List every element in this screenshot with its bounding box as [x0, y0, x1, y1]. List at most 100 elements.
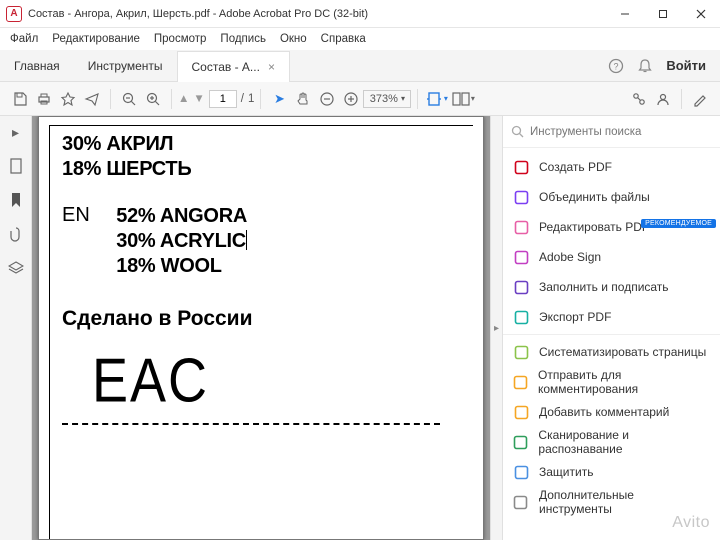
zoom-in-icon[interactable]	[141, 87, 165, 111]
window-title: Состав - Ангора, Акрил, Шерсть.pdf - Ado…	[28, 8, 606, 20]
tool-item[interactable]: Создать PDF	[503, 152, 720, 182]
right-pane-collapse[interactable]: ▸	[490, 116, 502, 540]
tool-label: Adobe Sign	[539, 250, 601, 264]
help-icon[interactable]: ?	[608, 58, 624, 74]
tool-label: Отправить для комментирования	[538, 368, 710, 396]
bookmarks-icon[interactable]	[6, 190, 26, 210]
tool-label: Добавить комментарий	[539, 405, 669, 419]
fit-width-icon[interactable]: ▾	[424, 87, 448, 111]
tool-icon	[513, 249, 529, 265]
tool-icon	[513, 374, 528, 390]
zoom-level[interactable]: 373% ▾	[363, 90, 411, 108]
composition-ru-line-2: 18% ШЕРСТЬ	[62, 157, 473, 182]
page-separator: /	[241, 93, 244, 105]
made-in-label: Сделано в России	[62, 307, 473, 331]
tool-icon	[513, 219, 529, 235]
tool-item[interactable]: Заполнить и подписать	[503, 272, 720, 302]
bell-icon[interactable]	[638, 58, 652, 74]
tool-label: Дополнительные инструменты	[539, 488, 710, 516]
tool-icon	[513, 159, 529, 175]
rail-chevron-icon[interactable]: ▸	[6, 122, 26, 142]
tool-label: Создать PDF	[539, 160, 612, 174]
tool-icon	[513, 344, 529, 360]
tool-icon	[513, 434, 528, 450]
composition-en-line-2: 30% ACRYLIC	[116, 229, 247, 254]
tool-icon	[513, 464, 529, 480]
page-current-input[interactable]	[209, 90, 237, 108]
tool-label: Объединить файлы	[539, 190, 650, 204]
composition-en-line-3: 18% WOOL	[116, 254, 247, 279]
share-people-icon[interactable]	[651, 87, 675, 111]
send-icon[interactable]	[80, 87, 104, 111]
attachments-icon[interactable]	[6, 224, 26, 244]
star-icon[interactable]	[56, 87, 80, 111]
share-link-icon[interactable]	[627, 87, 651, 111]
tab-home[interactable]: Главная	[0, 50, 74, 81]
edit-pencil-icon[interactable]	[688, 87, 712, 111]
close-button[interactable]	[682, 0, 720, 28]
menubar: Файл Редактирование Просмотр Подпись Окн…	[0, 28, 720, 50]
thumbnails-icon[interactable]	[6, 156, 26, 176]
page-up-icon[interactable]: ▲	[178, 93, 189, 105]
tool-item[interactable]: Защитить	[503, 457, 720, 487]
cut-line	[62, 423, 440, 425]
tool-label: Систематизировать страницы	[539, 345, 706, 359]
menu-view[interactable]: Просмотр	[154, 33, 207, 45]
tool-item[interactable]: Систематизировать страницы	[503, 337, 720, 367]
tools-search-input[interactable]	[530, 126, 712, 138]
tool-item[interactable]: Дополнительные инструменты	[503, 487, 720, 517]
menu-edit[interactable]: Редактирование	[52, 33, 140, 45]
menu-sign[interactable]: Подпись	[220, 33, 266, 45]
tool-icon	[513, 309, 529, 325]
tool-item[interactable]: Сканирование и распознавание	[503, 427, 720, 457]
eac-mark: EAC	[92, 345, 473, 416]
tool-item[interactable]: Adobe Sign	[503, 242, 720, 272]
page-down-icon[interactable]: ▼	[193, 93, 204, 105]
zoom-out-icon[interactable]	[117, 87, 141, 111]
tool-item[interactable]: Экспорт PDF	[503, 302, 720, 332]
tab-document[interactable]: Состав - А... ×	[177, 51, 290, 82]
hand-icon[interactable]	[291, 87, 315, 111]
pdf-page: 30% АКРИЛ 18% ШЕРСТЬ EN 52% ANGORA 30% A…	[38, 116, 484, 540]
plus-icon[interactable]	[339, 87, 363, 111]
tool-item[interactable]: Редактировать PDFРЕКОМЕНДУЕМОЕ	[503, 212, 720, 242]
tab-tools[interactable]: Инструменты	[74, 50, 177, 81]
tab-document-label: Состав - А...	[192, 60, 260, 74]
toolbar: ▲ ▼ / 1 ➤ 373% ▾ ▾ ▾	[0, 82, 720, 116]
print-icon[interactable]	[32, 87, 56, 111]
tab-strip: Главная Инструменты Состав - А... × ? Во…	[0, 50, 720, 82]
signin-button[interactable]: Войти	[666, 58, 706, 73]
menu-help[interactable]: Справка	[321, 33, 366, 45]
left-nav-rail: ▸	[0, 116, 32, 540]
recommended-badge: РЕКОМЕНДУЕМОЕ	[641, 219, 716, 228]
tool-item[interactable]: Отправить для комментирования	[503, 367, 720, 397]
tools-divider	[503, 334, 720, 335]
app-icon: A	[6, 6, 22, 22]
pointer-icon[interactable]: ➤	[267, 87, 291, 111]
tool-label: Сканирование и распознавание	[538, 428, 710, 456]
layers-icon[interactable]	[6, 258, 26, 278]
tab-close-icon[interactable]: ×	[268, 60, 275, 74]
tools-list: Создать PDF Объединить файлы Редактировать…	[503, 148, 720, 540]
window-controls	[606, 0, 720, 28]
tool-icon	[513, 279, 529, 295]
menu-window[interactable]: Окно	[280, 33, 307, 45]
save-icon[interactable]	[8, 87, 32, 111]
page-display-icon[interactable]: ▾	[448, 87, 478, 111]
maximize-button[interactable]	[644, 0, 682, 28]
composition-ru-line-1: 30% АКРИЛ	[62, 132, 473, 157]
tool-item[interactable]: Объединить файлы	[503, 182, 720, 212]
search-icon	[511, 125, 524, 138]
menu-file[interactable]: Файл	[10, 33, 38, 45]
workarea: ▸ 30% АКРИЛ 18% ШЕРСТЬ EN 52% ANGORA 30%…	[0, 116, 720, 540]
titlebar: A Состав - Ангора, Акрил, Шерсть.pdf - A…	[0, 0, 720, 28]
tools-search	[503, 116, 720, 148]
document-viewport[interactable]: 30% АКРИЛ 18% ШЕРСТЬ EN 52% ANGORA 30% A…	[32, 116, 490, 540]
tool-label: Защитить	[539, 465, 593, 479]
svg-text:?: ?	[614, 61, 619, 71]
lang-en-label: EN	[62, 204, 90, 227]
tool-item[interactable]: Добавить комментарий	[503, 397, 720, 427]
minimize-button[interactable]	[606, 0, 644, 28]
page-total: 1	[248, 93, 254, 105]
minus-icon[interactable]	[315, 87, 339, 111]
